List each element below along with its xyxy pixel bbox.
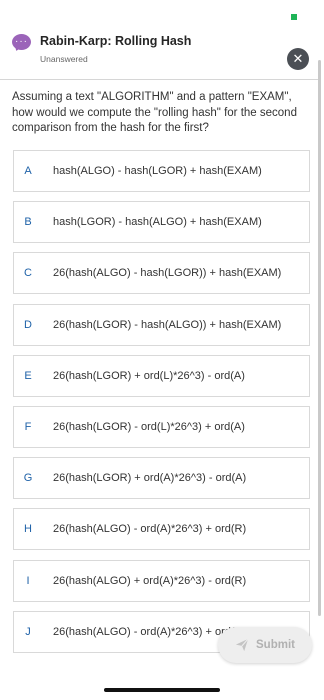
option-g[interactable]: G 26(hash(LGOR) + ord(A)*26^3) - ord(A) bbox=[13, 457, 310, 500]
answer-options: A hash(ALGO) - hash(LGOR) + hash(EXAM) B… bbox=[13, 150, 310, 662]
option-text: 26(hash(LGOR) + ord(L)*26^3) - ord(A) bbox=[53, 369, 245, 382]
close-icon: ✕ bbox=[292, 51, 304, 66]
option-text: 26(hash(LGOR) + ord(A)*26^3) - ord(A) bbox=[53, 472, 247, 485]
option-b[interactable]: B hash(LGOR) - hash(ALGO) + hash(EXAM) bbox=[13, 201, 310, 244]
option-d[interactable]: D 26(hash(LGOR) - hash(ALGO)) + hash(EXA… bbox=[13, 303, 310, 346]
option-letter: H bbox=[24, 523, 32, 536]
option-text: 26(hash(LGOR) - ord(L)*26^3) + ord(A) bbox=[53, 420, 245, 433]
option-c[interactable]: C 26(hash(ALGO) - hash(LGOR)) + hash(EXA… bbox=[13, 252, 310, 295]
question-text: Assuming a text "ALGORITHM" and a patter… bbox=[12, 91, 297, 134]
option-letter: J bbox=[25, 625, 31, 638]
home-indicator bbox=[104, 688, 220, 692]
option-text: 26(hash(ALGO) + ord(A)*26^3) - ord(R) bbox=[53, 574, 247, 587]
option-letter: C bbox=[24, 267, 32, 280]
option-text: hash(ALGO) - hash(LGOR) + hash(EXAM) bbox=[53, 165, 262, 177]
submit-label: Submit bbox=[256, 639, 295, 651]
option-letter: I bbox=[26, 574, 30, 587]
option-text: 26(hash(LGOR) - hash(ALGO)) + hash(EXAM) bbox=[53, 318, 282, 331]
chat-bubble-tail bbox=[13, 46, 21, 52]
option-a[interactable]: A hash(ALGO) - hash(LGOR) + hash(EXAM) bbox=[13, 150, 310, 192]
option-text: 26(hash(ALGO) - ord(A)*26^3) + ord(R) bbox=[53, 625, 247, 638]
option-text: 26(hash(ALGO) - hash(LGOR)) + hash(EXAM) bbox=[53, 267, 282, 280]
question-header: ··· Rabin-Karp: Rolling Hash Unanswered … bbox=[12, 32, 312, 72]
option-e[interactable]: E 26(hash(LGOR) + ord(L)*26^3) - ord(A) bbox=[13, 354, 310, 397]
option-f[interactable]: F 26(hash(LGOR) - ord(L)*26^3) + ord(A) bbox=[13, 405, 310, 448]
answer-status: Unanswered bbox=[40, 54, 88, 64]
page-title: Rabin-Karp: Rolling Hash bbox=[40, 34, 192, 48]
flag-icon bbox=[291, 14, 297, 20]
option-letter: D bbox=[24, 318, 32, 331]
option-text: 26(hash(ALGO) - ord(A)*26^3) + ord(R) bbox=[53, 523, 247, 536]
option-h[interactable]: H 26(hash(ALGO) - ord(A)*26^3) + ord(R) bbox=[13, 508, 310, 551]
header-divider bbox=[0, 79, 318, 80]
submit-button[interactable]: Submit bbox=[218, 627, 312, 663]
option-i[interactable]: I 26(hash(ALGO) + ord(A)*26^3) - ord(R) bbox=[13, 559, 310, 602]
option-letter: E bbox=[24, 369, 32, 382]
option-letter: F bbox=[24, 420, 32, 433]
close-button[interactable]: ✕ bbox=[287, 48, 309, 70]
option-letter: G bbox=[23, 472, 33, 485]
option-text: hash(LGOR) - hash(ALGO) + hash(EXAM) bbox=[53, 216, 262, 229]
scrollbar[interactable] bbox=[318, 60, 321, 616]
send-icon bbox=[235, 638, 249, 652]
option-letter: B bbox=[24, 216, 32, 229]
chat-bubble-dots: ··· bbox=[15, 36, 28, 47]
option-letter: A bbox=[24, 165, 32, 177]
quiz-screen: ··· Rabin-Karp: Rolling Hash Unanswered … bbox=[0, 0, 324, 700]
